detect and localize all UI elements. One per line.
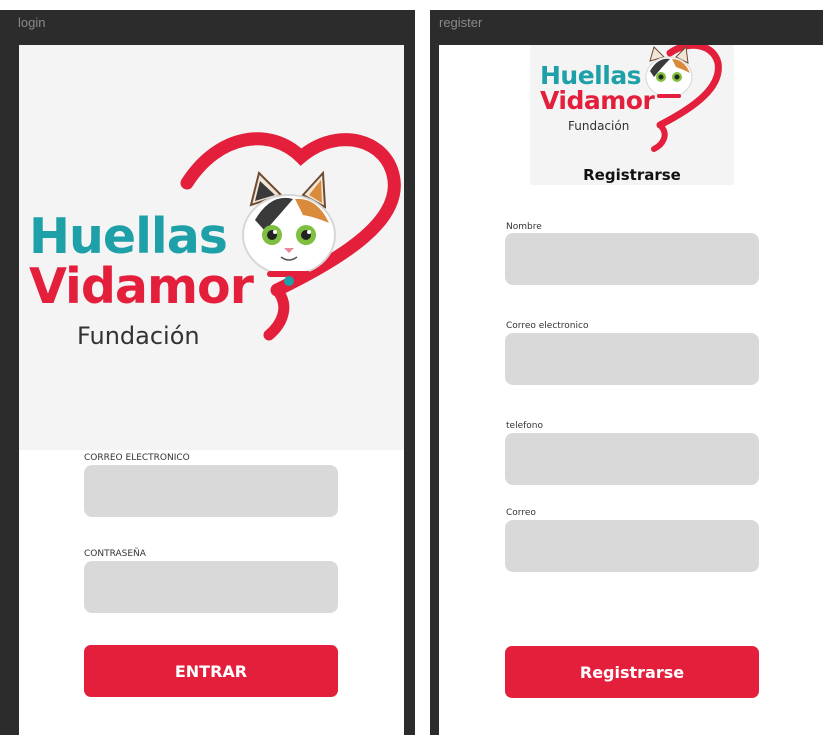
login-frame-label[interactable]: login bbox=[18, 15, 45, 30]
design-canvas: login register Huellas Vidamor Fundación… bbox=[0, 0, 823, 735]
login-screen: Huellas Vidamor Fundación CORREO ELECTRO… bbox=[19, 45, 404, 735]
logo-small-text-vidamor: Vidamor bbox=[540, 86, 655, 115]
register-phone-input[interactable] bbox=[505, 433, 759, 485]
logo-text-vidamor: Vidamor bbox=[29, 258, 254, 315]
register-correo-input[interactable] bbox=[505, 520, 759, 572]
login-submit-button[interactable]: ENTRAR bbox=[84, 645, 338, 697]
register-email-input[interactable] bbox=[505, 333, 759, 385]
register-title: Registrarse bbox=[583, 166, 681, 184]
register-logo-card: Huellas Vidamor Fundación Registrarse bbox=[530, 45, 734, 185]
login-email-label: CORREO ELECTRONICO bbox=[84, 453, 190, 463]
register-frame-label[interactable]: register bbox=[439, 15, 482, 30]
register-submit-label: Registrarse bbox=[579, 662, 685, 682]
register-name-label: Nombre bbox=[506, 222, 542, 232]
logo-text-fundacion: Fundación bbox=[77, 322, 200, 350]
register-screen: Huellas Vidamor Fundación Registrarse No… bbox=[439, 45, 823, 735]
login-password-label: CONTRASEÑA bbox=[84, 549, 146, 559]
logo-text-huellas: Huellas bbox=[29, 208, 228, 265]
logo-small-text-fundacion: Fundación bbox=[568, 119, 630, 133]
register-phone-label: telefono bbox=[506, 421, 543, 431]
login-logo-area: Huellas Vidamor Fundación bbox=[19, 45, 404, 450]
login-password-input[interactable] bbox=[84, 561, 338, 613]
register-name-input[interactable] bbox=[505, 233, 759, 285]
register-submit-button[interactable]: Registrarse bbox=[505, 646, 759, 698]
login-email-input[interactable] bbox=[84, 465, 338, 517]
register-correo-label: Correo bbox=[506, 508, 536, 518]
login-submit-label: ENTRAR bbox=[174, 661, 248, 681]
register-email-label: Correo electronico bbox=[506, 321, 589, 331]
